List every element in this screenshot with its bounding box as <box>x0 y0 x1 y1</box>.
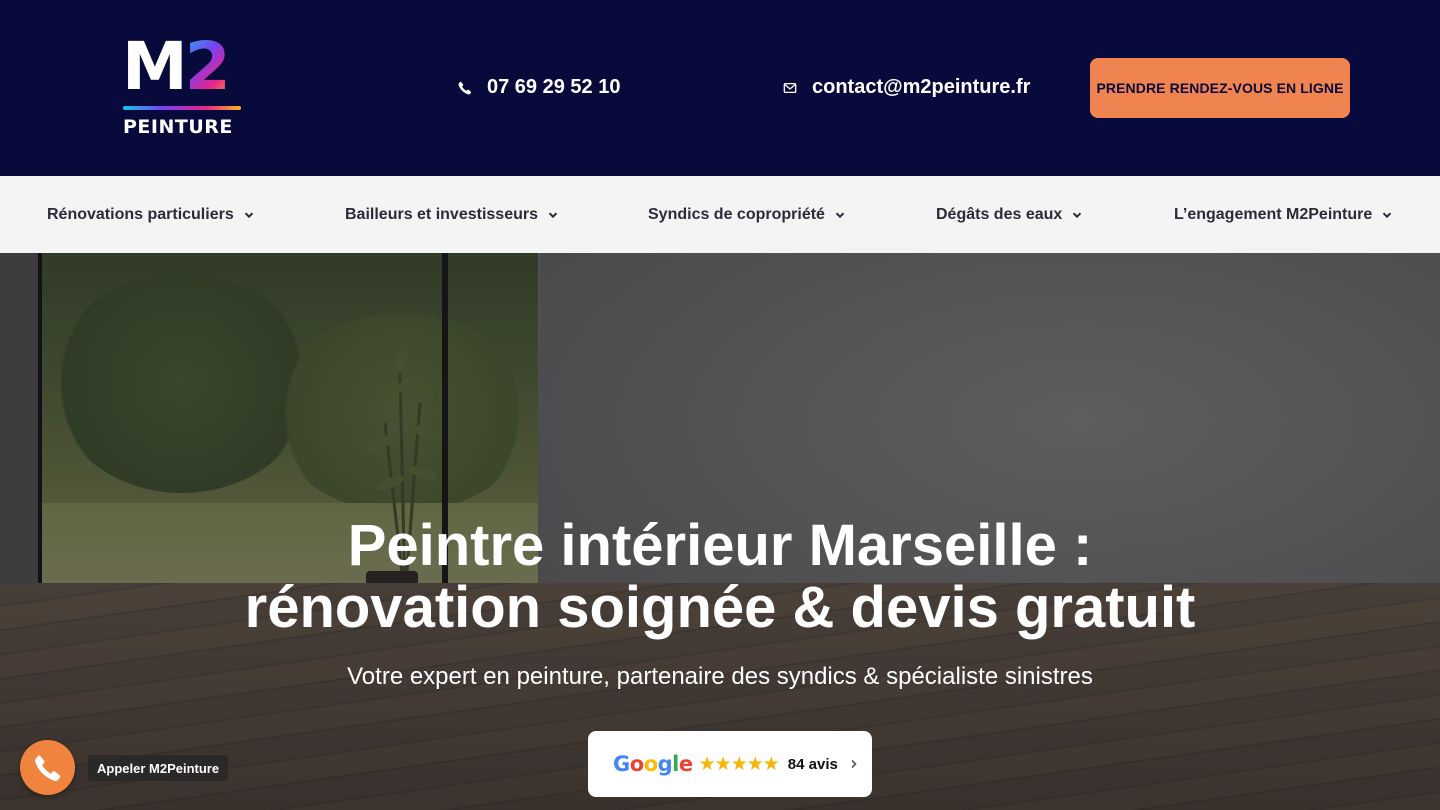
phone-icon <box>34 755 60 781</box>
nav-item-degats-des-eaux[interactable]: Dégâts des eaux <box>936 176 1082 253</box>
nav-item-bailleurs-investisseurs[interactable]: Bailleurs et investisseurs <box>345 176 558 253</box>
book-appointment-button[interactable]: PRENDRE RENDEZ-VOUS EN LIGNE <box>1090 58 1350 118</box>
hero-title-line-2: rénovation soignée & devis gratuit <box>244 575 1196 640</box>
email-address: contact@m2peinture.fr <box>812 76 1031 98</box>
google-reviews-badge[interactable]: Google ★★★★★ 84 avis <box>588 731 872 797</box>
call-button-label[interactable]: Appeler M2Peinture <box>88 755 229 781</box>
nav-item-label: L’engagement M2Peinture <box>1174 205 1373 223</box>
phone-icon <box>458 81 472 95</box>
nav-item-label: Bailleurs et investisseurs <box>345 205 538 223</box>
nav-item-renovations-particuliers[interactable]: Rénovations particuliers <box>47 176 254 253</box>
chevron-right-icon <box>850 759 858 769</box>
hero-title-line-1: Peintre intérieur Marseille : <box>347 513 1093 578</box>
nav-item-label: Dégâts des eaux <box>936 205 1063 223</box>
hero-title: Peintre intérieur Marseille : rénovation… <box>0 515 1440 639</box>
main-nav: Rénovations particuliers Bailleurs et in… <box>0 176 1440 253</box>
chevron-down-icon <box>1382 210 1392 220</box>
hero-section: Peintre intérieur Marseille : rénovation… <box>0 253 1440 810</box>
chevron-down-icon <box>244 210 254 220</box>
nav-item-label: Syndics de copropriété <box>648 205 825 223</box>
hero-subtitle: Votre expert en peinture, partenaire des… <box>347 663 1093 690</box>
chevron-down-icon <box>548 210 558 220</box>
google-logo: Google <box>613 752 693 776</box>
top-header: M2 PEINTURE 07 69 29 52 10 contact@m2pei… <box>0 0 1440 176</box>
nav-item-engagement-m2peinture[interactable]: L’engagement M2Peinture <box>1174 176 1392 253</box>
call-button[interactable] <box>20 740 75 795</box>
logo-wordmark: PEINTURE <box>123 116 233 138</box>
rating-stars: ★★★★★ <box>698 753 780 775</box>
m2peinture-logo[interactable]: M2 PEINTURE <box>122 34 242 138</box>
logo-gradient-bar <box>123 106 241 110</box>
logo-mark: M2 <box>122 28 231 105</box>
phone-number: 07 69 29 52 10 <box>487 76 621 98</box>
nav-item-label: Rénovations particuliers <box>47 205 234 223</box>
review-count: 84 avis <box>787 755 838 773</box>
email-link[interactable]: contact@m2peinture.fr <box>783 76 1030 99</box>
nav-item-syndics-copropriete[interactable]: Syndics de copropriété <box>648 176 845 253</box>
chevron-down-icon <box>1072 210 1082 220</box>
phone-link[interactable]: 07 69 29 52 10 <box>458 76 620 99</box>
chevron-down-icon <box>835 210 845 220</box>
envelope-icon <box>783 81 797 95</box>
